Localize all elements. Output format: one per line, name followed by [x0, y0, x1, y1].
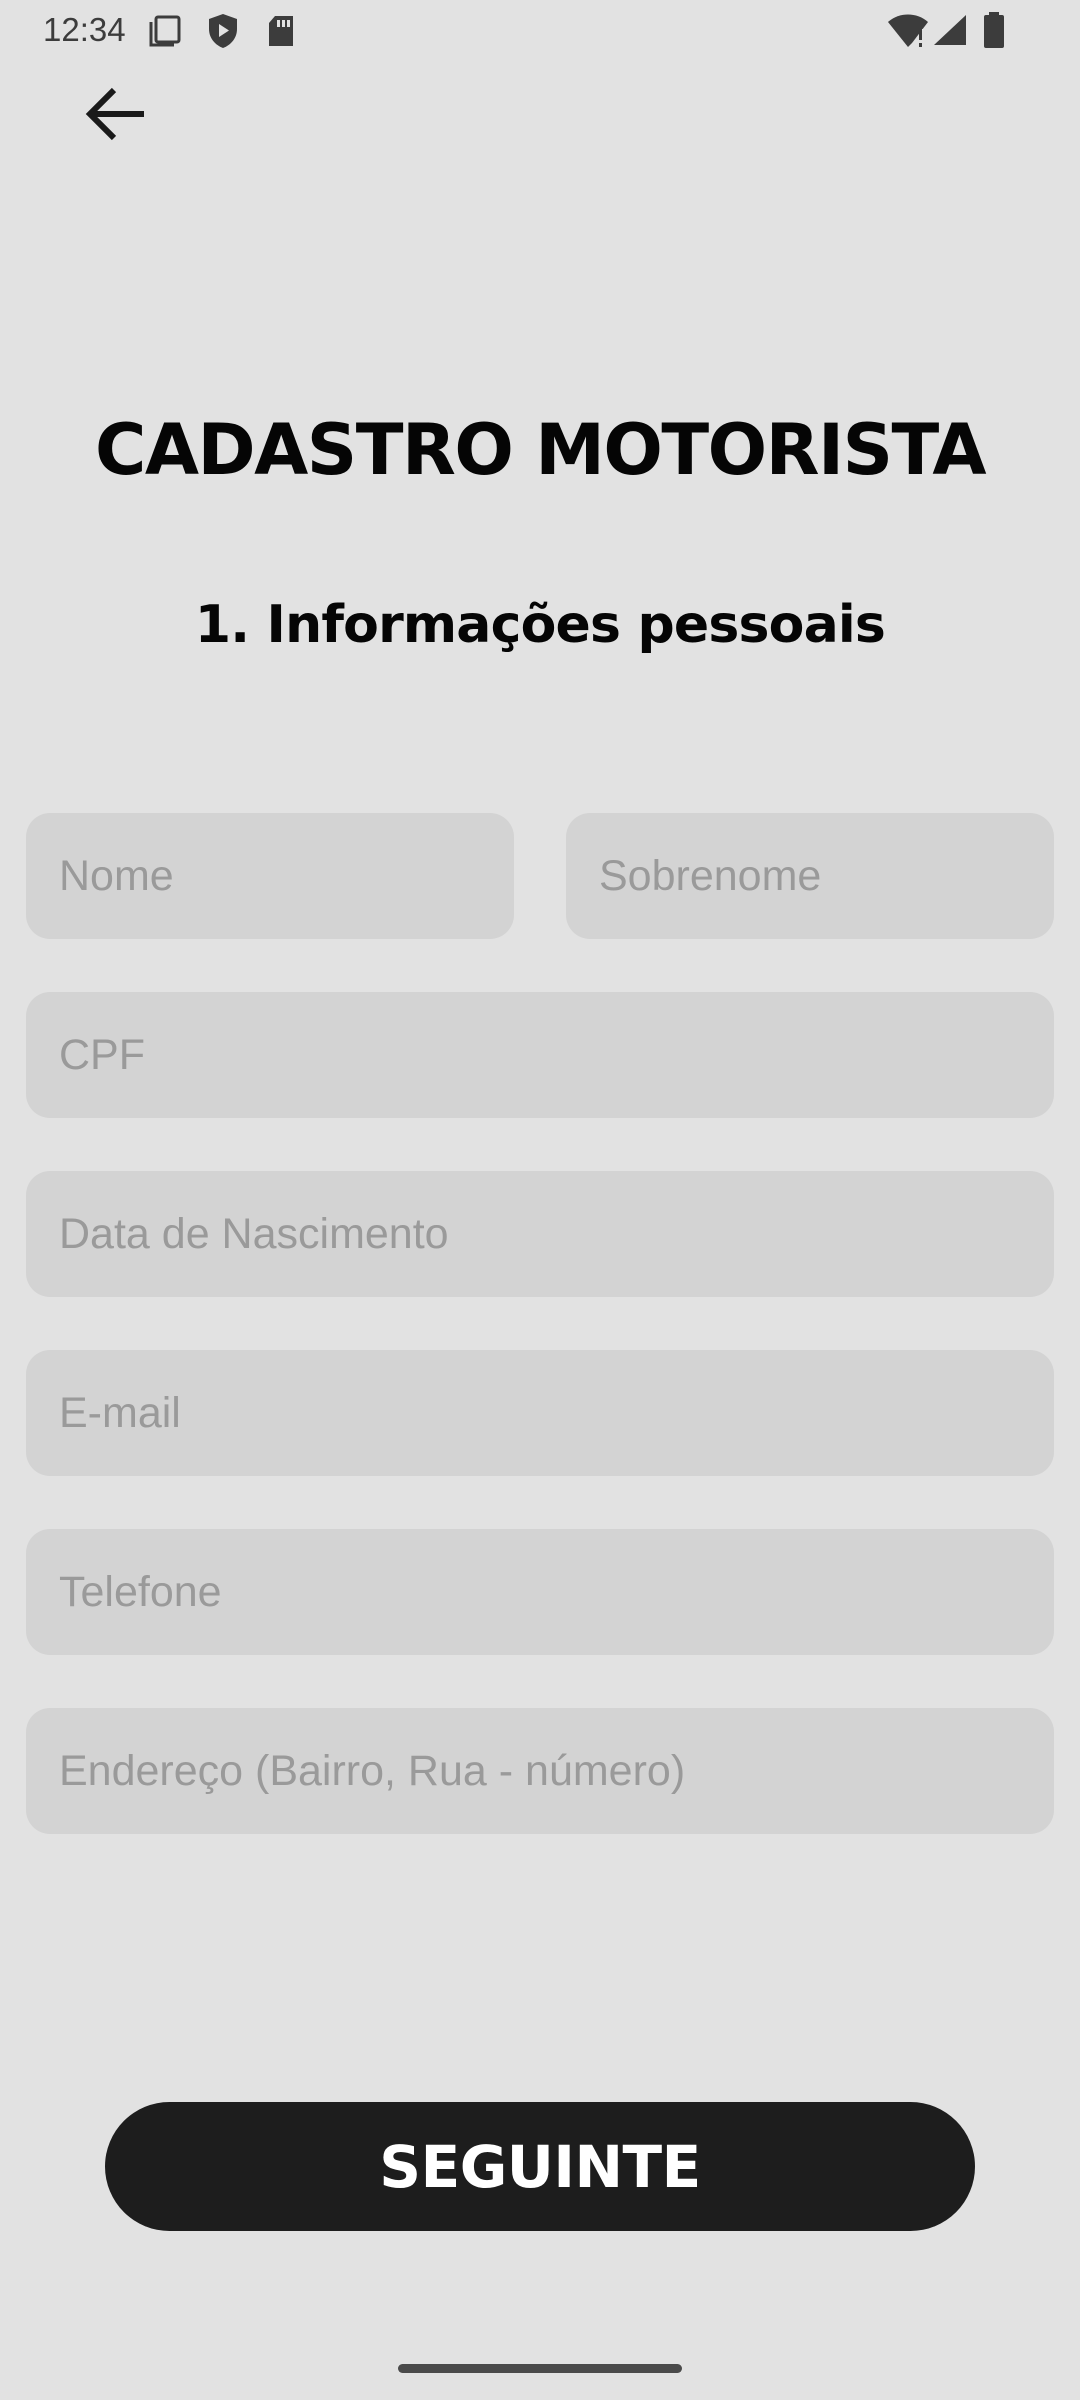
section-title: 1. Informações pessoais: [194, 595, 886, 655]
next-button[interactable]: SEGUINTE: [105, 2102, 975, 2231]
wifi-alert-icon: [888, 14, 928, 47]
shield-play-icon: [209, 14, 237, 48]
arrow-left-icon: [85, 87, 144, 141]
email-input[interactable]: [26, 1350, 1054, 1476]
page-title: CADASTRO MOTORISTA: [94, 409, 987, 491]
sd-card-icon: [269, 16, 293, 46]
screenshot-icon: [149, 15, 181, 47]
phone-input[interactable]: [26, 1529, 1054, 1655]
first-name-input[interactable]: [26, 813, 514, 939]
status-bar: 12:34: [0, 0, 1080, 62]
birth-date-input[interactable]: [26, 1171, 1054, 1297]
cpf-input[interactable]: [26, 992, 1054, 1118]
cellular-signal-icon: [934, 15, 966, 45]
address-input[interactable]: [26, 1708, 1054, 1834]
back-button[interactable]: [72, 78, 158, 150]
battery-icon: [984, 12, 1004, 48]
status-time: 12:34: [43, 11, 126, 48]
home-indicator[interactable]: [398, 2364, 682, 2373]
last-name-input[interactable]: [566, 813, 1054, 939]
